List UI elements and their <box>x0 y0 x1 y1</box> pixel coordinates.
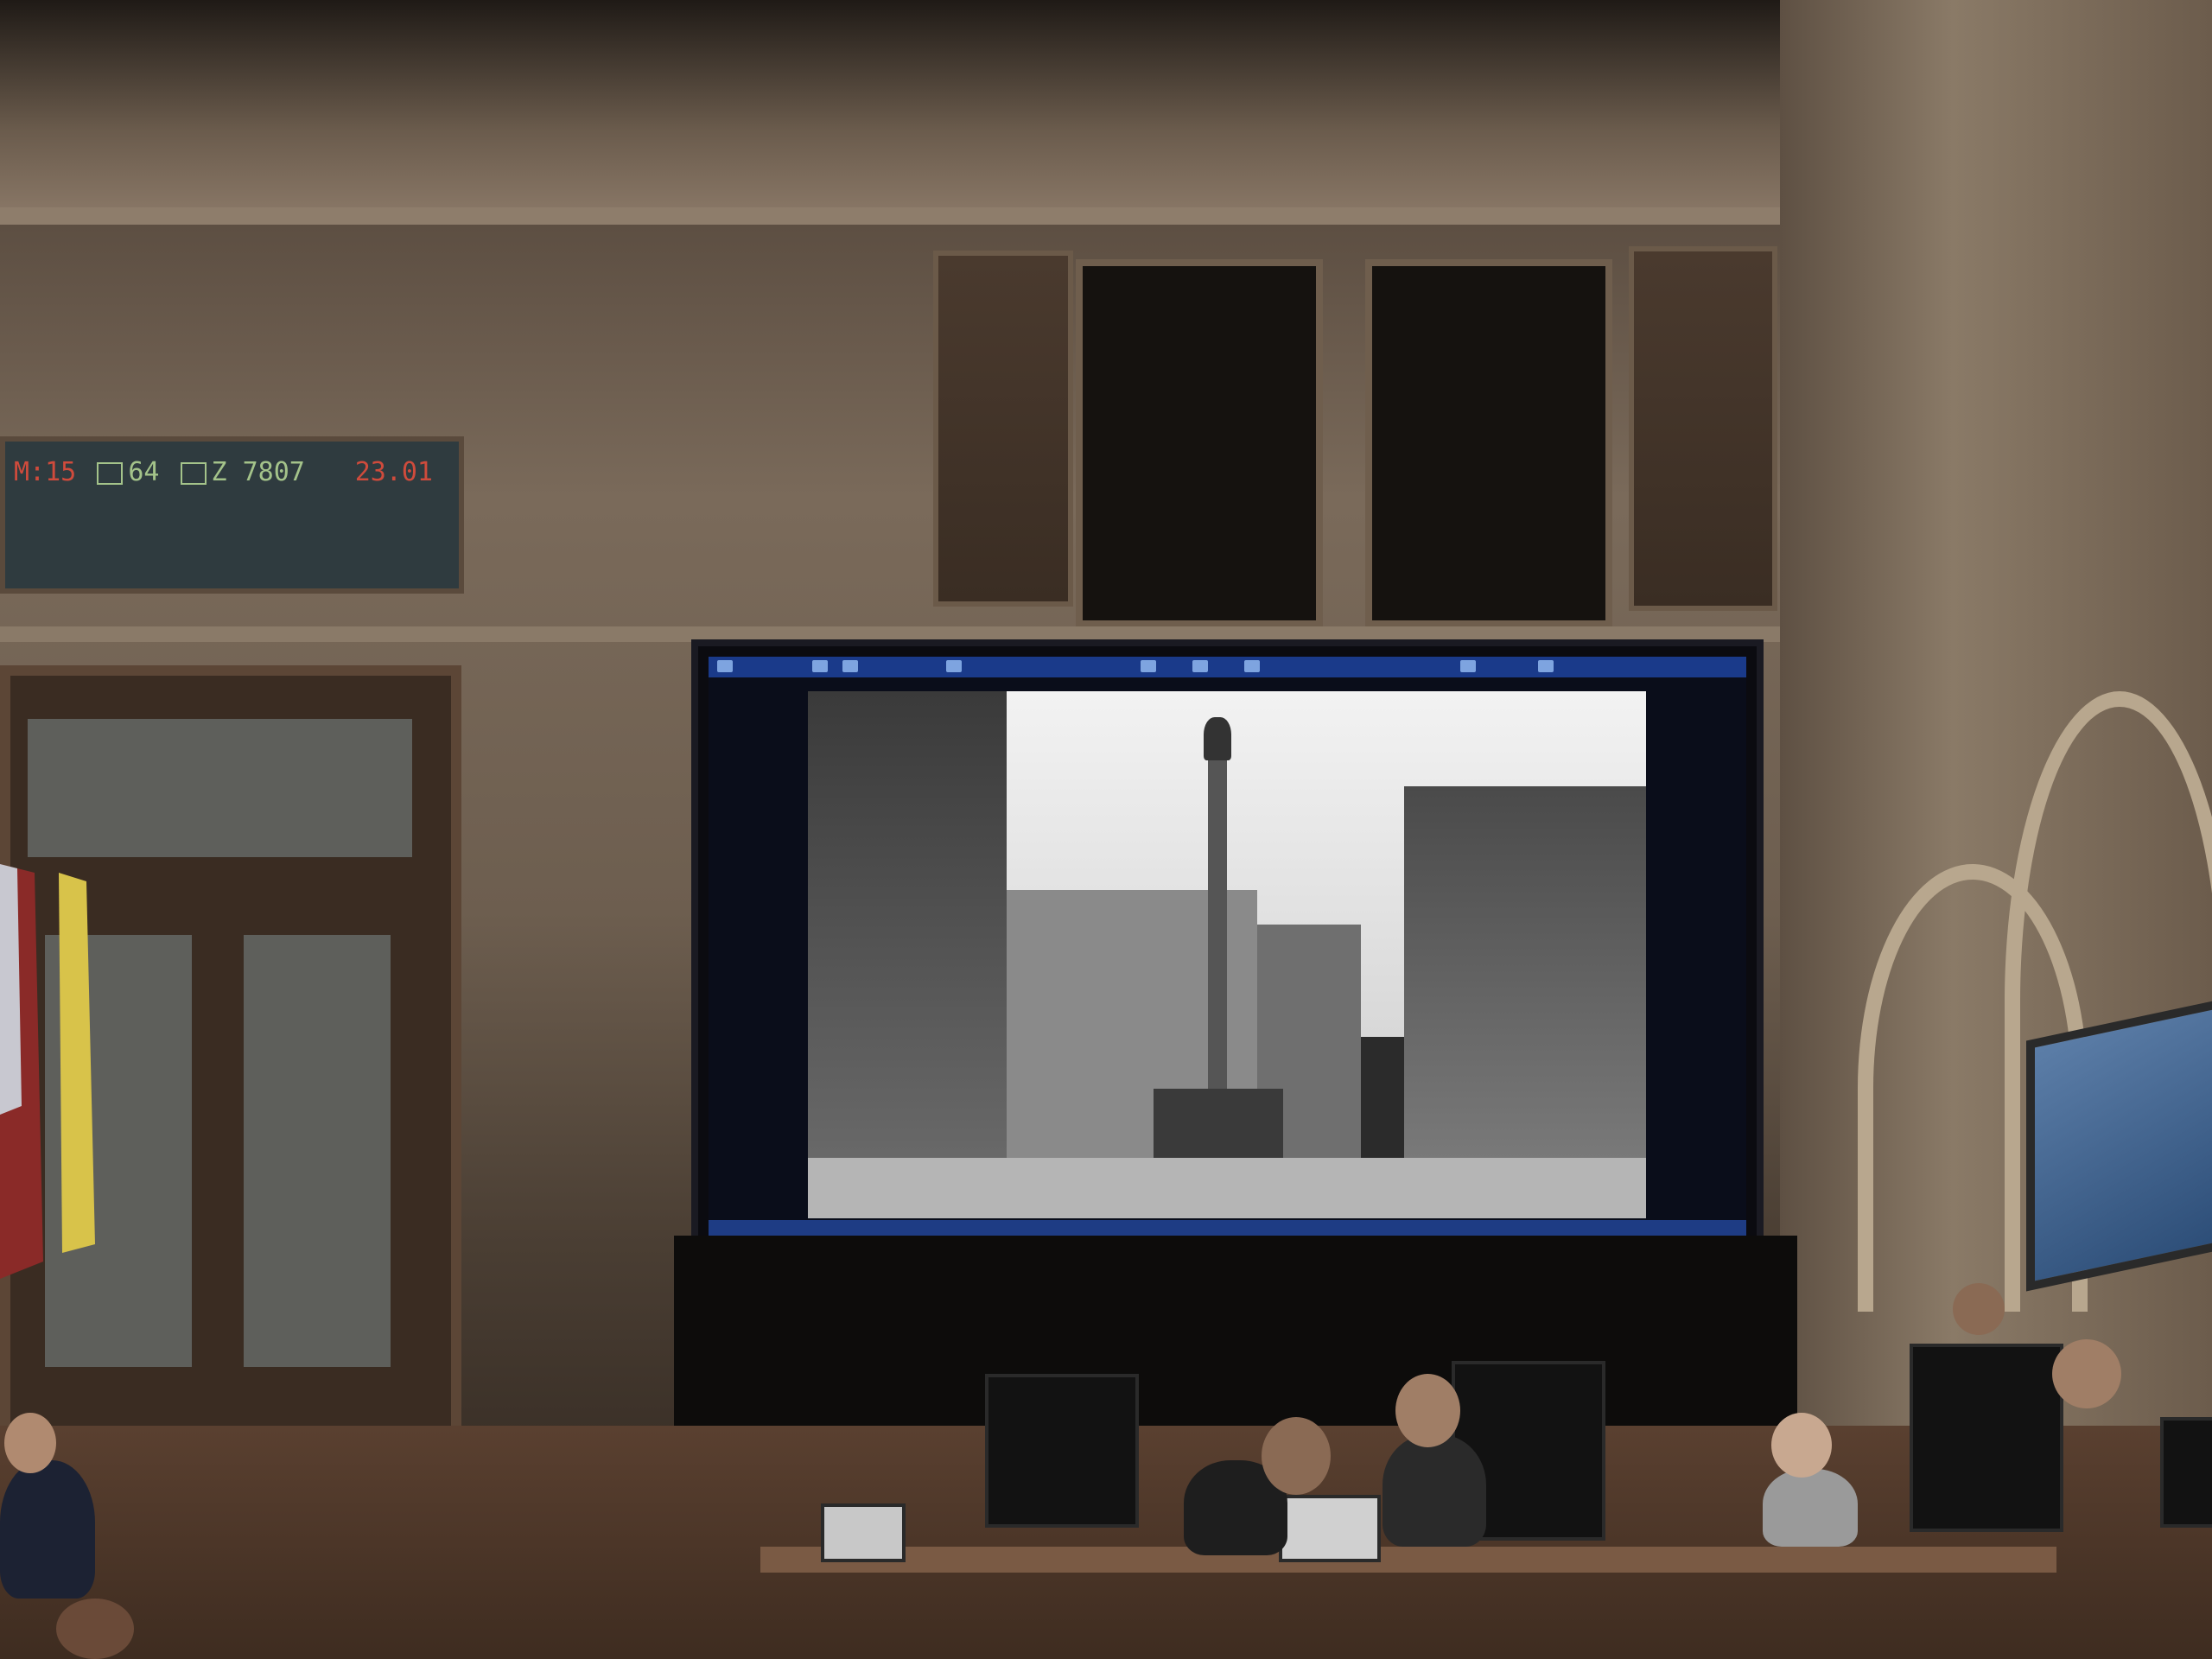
person-right <box>1763 1469 1858 1547</box>
toolbar-icon-1 <box>717 660 733 672</box>
toolbar-icon-7 <box>1244 660 1260 672</box>
lower-wall <box>674 1236 1797 1443</box>
desk-top <box>760 1547 2056 1573</box>
photo-monument-base <box>1154 1089 1283 1166</box>
photo-church <box>808 691 1007 1175</box>
projection-screen <box>691 639 1764 1258</box>
toolbar-icon-6 <box>1192 660 1208 672</box>
vote-ticker-display: M:15 64 Z 7807 23.01 <box>0 436 464 594</box>
person-right-head <box>1771 1413 1832 1478</box>
toolbar-icon-3 <box>842 660 858 672</box>
dark-panel-2 <box>1365 259 1612 627</box>
photo-building-right <box>1404 786 1646 1166</box>
ticker-text: M:15 64 Z 7807 <box>14 457 305 487</box>
toolbar-icon-5 <box>1141 660 1156 672</box>
ticker-count1: 64 <box>128 457 160 487</box>
monitor-3 <box>1910 1344 2063 1532</box>
laptop-2 <box>1279 1495 1381 1562</box>
person-far-right-head <box>2052 1339 2121 1408</box>
person-bottom-left-head <box>56 1599 134 1659</box>
door-glass-right <box>244 935 391 1367</box>
toolbar-icon-9 <box>1538 660 1554 672</box>
ticker-count2: Z 7807 <box>211 457 305 487</box>
ticker-left-text: M:15 <box>14 457 77 487</box>
person-center-head <box>1262 1417 1331 1495</box>
person-back-head <box>1953 1283 2005 1335</box>
monitor-1 <box>985 1374 1139 1528</box>
relief-right <box>1629 246 1777 611</box>
checkbox-icon <box>97 461 124 485</box>
cornice <box>0 207 1901 225</box>
toolbar-icon-2 <box>812 660 828 672</box>
flags <box>0 864 95 1279</box>
laptop-1 <box>821 1503 906 1562</box>
dark-panel-1 <box>1076 259 1323 627</box>
photo-column <box>1208 752 1227 1115</box>
person-left-head <box>4 1413 56 1473</box>
monitor-4 <box>2160 1417 2212 1528</box>
toolbar-icon-8 <box>1460 660 1476 672</box>
side-monitor <box>2026 998 2212 1292</box>
council-chamber-scene: M:15 64 Z 7807 23.01 <box>0 0 2212 1659</box>
photo-statue <box>1204 717 1231 760</box>
person-center-right-head <box>1395 1374 1460 1447</box>
door-glass-top <box>28 719 412 857</box>
window-titlebar <box>709 657 1746 677</box>
photo-ground <box>808 1158 1646 1218</box>
toolbar-icon-4 <box>946 660 962 672</box>
book-icon <box>180 461 207 485</box>
screen-display <box>709 657 1746 1241</box>
historic-photo <box>808 691 1646 1218</box>
relief-left <box>933 251 1073 607</box>
ticker-right-text: 23.01 <box>354 457 433 487</box>
person-left <box>0 1460 95 1599</box>
person-center-right <box>1382 1434 1486 1547</box>
